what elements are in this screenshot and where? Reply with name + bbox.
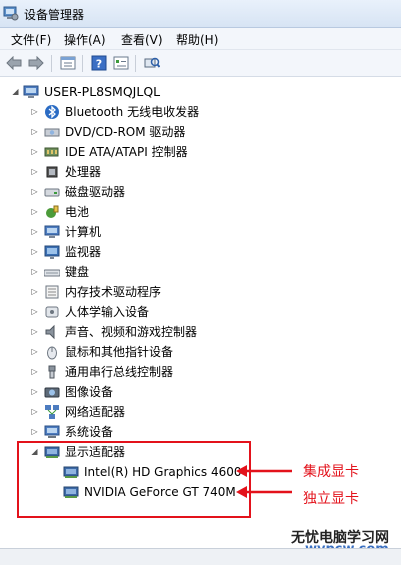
tree-category-label: 电池 [65, 205, 90, 219]
status-bar [0, 548, 401, 565]
annotation-integrated-gpu: 集成显卡 [303, 464, 359, 480]
tree-category-label: 系统设备 [65, 425, 114, 439]
tree-category-label: 网络适配器 [65, 405, 126, 419]
expand-arrow-icon[interactable]: ▷ [30, 187, 39, 196]
tree-category-item[interactable]: ▷ IDE ATA/ATAPI 控制器 [0, 142, 401, 162]
expand-arrow-icon[interactable]: ▷ [30, 407, 39, 416]
system-device-icon [44, 425, 60, 438]
network-adapter-icon [45, 405, 59, 419]
tree-category-item[interactable]: ▷ DVD/CD-ROM 驱动器 [0, 122, 401, 142]
expand-arrow-icon[interactable]: ▷ [30, 147, 39, 156]
tree-category-item[interactable]: ▷ 监视器 [0, 242, 401, 262]
expand-arrow-icon[interactable]: ▷ [30, 427, 39, 436]
bluetooth-icon [45, 105, 59, 119]
battery-icon [46, 205, 59, 218]
help-icon[interactable]: ? [90, 54, 108, 72]
tree-category-label: IDE ATA/ATAPI 控制器 [65, 145, 188, 159]
annotation-discrete-gpu: 独立显卡 [303, 491, 359, 507]
tree-category-label: DVD/CD-ROM 驱动器 [65, 125, 186, 139]
tree-category-item[interactable]: ▷ 图像设备 [0, 382, 401, 402]
expand-arrow-icon[interactable]: ▷ [30, 127, 39, 136]
tree-category-item[interactable]: ▷ 电池 [0, 202, 401, 222]
tree-category-item[interactable]: ▷ 系统设备 [0, 422, 401, 442]
annotation-arrows [236, 465, 292, 498]
title-bar: 设备管理器 [0, 0, 401, 28]
computer-icon [44, 225, 60, 238]
tree-category-label: 声音、视频和游戏控制器 [65, 325, 198, 339]
tree-category-label: 图像设备 [65, 385, 114, 399]
scan-hardware-icon[interactable] [143, 54, 161, 72]
tree-category-item[interactable]: ▷ 声音、视频和游戏控制器 [0, 322, 401, 342]
properties-icon[interactable] [59, 54, 77, 72]
expand-arrow-icon[interactable]: ▷ [30, 207, 39, 216]
camera-icon [44, 387, 60, 398]
usb-icon [48, 365, 56, 379]
sound-icon [45, 324, 55, 340]
menu-view[interactable]: 查看(V) [121, 31, 163, 48]
tree-category-item[interactable]: ▷ 鼠标和其他指针设备 [0, 342, 401, 362]
tree-category-item[interactable]: ▷ Bluetooth 无线电收发器 [0, 102, 401, 122]
tree-category-item[interactable]: ▷ 键盘 [0, 262, 401, 282]
menu-help[interactable]: 帮助(H) [176, 31, 218, 48]
toolbar-separator [82, 55, 83, 72]
toolbar: ? [0, 50, 401, 77]
expand-arrow-icon[interactable]: ▷ [30, 167, 39, 176]
tree-category-item[interactable]: ▷ 内存技术驱动程序 [0, 282, 401, 302]
expand-arrow-icon[interactable]: ▷ [30, 367, 39, 376]
svg-text:?: ? [96, 58, 102, 71]
expand-arrow-icon[interactable]: ▷ [30, 347, 39, 356]
dvd-drive-icon [44, 128, 60, 137]
tree-category-label: 键盘 [65, 265, 90, 279]
expand-arrow-icon[interactable]: ▷ [30, 267, 39, 276]
tree-root-label: USER-PL8SMQJLQL [44, 84, 161, 99]
menu-bar: 文件(F) 操作(A) 查看(V) 帮助(H) [0, 28, 401, 50]
tree-category-label: 处理器 [65, 165, 102, 179]
expand-arrow-icon[interactable]: ▷ [30, 227, 39, 236]
menu-file[interactable]: 文件(F) [11, 31, 51, 48]
expand-arrow-icon[interactable]: ▷ [30, 287, 39, 296]
monitor-icon [44, 245, 60, 259]
forward-icon[interactable] [27, 54, 45, 72]
tree-category-label: 人体学输入设备 [65, 305, 150, 319]
tree-category-label: 计算机 [65, 225, 102, 239]
menu-action[interactable]: 操作(A) [64, 31, 106, 48]
device-manager-icon [3, 6, 19, 21]
tree-category-label: 磁盘驱动器 [65, 185, 126, 199]
tree-root[interactable]: ◢ USER-PL8SMQJLQL [0, 82, 401, 102]
back-icon[interactable] [5, 54, 23, 72]
expand-arrow-icon[interactable]: ▷ [30, 307, 39, 316]
toolbar-separator [51, 55, 52, 72]
tree-category-item[interactable]: ▷ 通用串行总线控制器 [0, 362, 401, 382]
tree-category-label: 监视器 [65, 245, 102, 259]
toolbar-separator [135, 55, 136, 72]
collapse-arrow-icon[interactable]: ◢ [11, 87, 20, 96]
tree-category-label: Bluetooth 无线电收发器 [65, 105, 200, 119]
hid-icon [45, 306, 59, 318]
processor-icon [46, 166, 58, 178]
computer-icon [23, 85, 39, 98]
memory-icon [45, 285, 59, 299]
tree-category-label: 通用串行总线控制器 [65, 365, 174, 379]
window-title: 设备管理器 [24, 8, 85, 22]
ide-controller-icon [44, 147, 59, 157]
expand-arrow-icon[interactable]: ▷ [30, 327, 39, 336]
keyboard-icon [44, 269, 60, 277]
tree-category-item[interactable]: ▷ 网络适配器 [0, 402, 401, 422]
expand-arrow-icon[interactable]: ▷ [30, 247, 39, 256]
tree-category-item[interactable]: ▷ 人体学输入设备 [0, 302, 401, 322]
tree-category-item[interactable]: ▷ 磁盘驱动器 [0, 182, 401, 202]
highlight-box [17, 441, 251, 518]
disk-drive-icon [44, 188, 60, 197]
tree-category-label: 内存技术驱动程序 [65, 285, 162, 299]
mouse-icon [47, 346, 57, 360]
tree-category-item[interactable]: ▷ 计算机 [0, 222, 401, 242]
view-icon[interactable] [112, 54, 130, 72]
expand-arrow-icon[interactable]: ▷ [30, 107, 39, 116]
tree-category-item[interactable]: ▷ 处理器 [0, 162, 401, 182]
tree-category-label: 鼠标和其他指针设备 [65, 345, 174, 359]
expand-arrow-icon[interactable]: ▷ [30, 387, 39, 396]
